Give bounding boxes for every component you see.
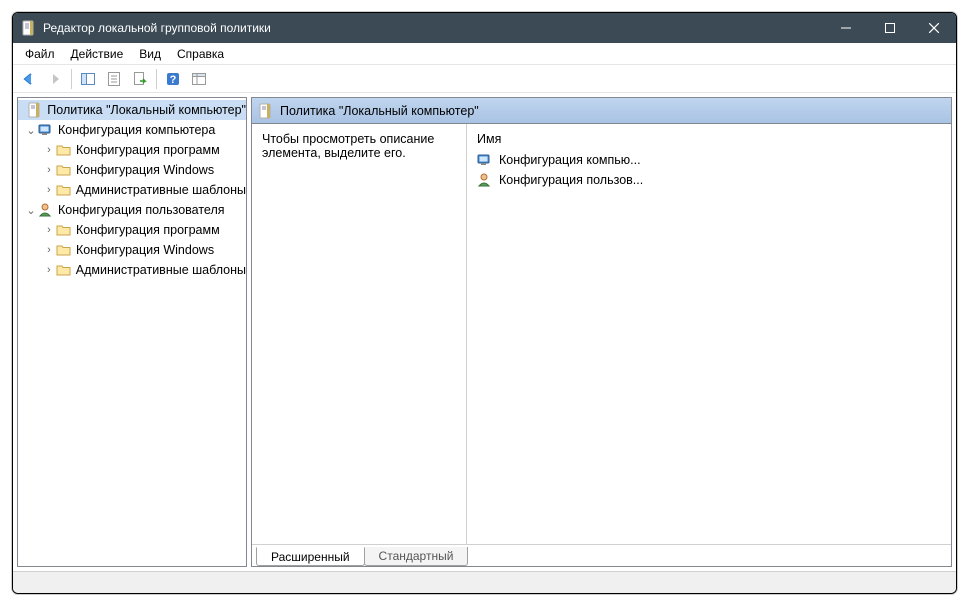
- list-item-label: Конфигурация пользов...: [499, 173, 643, 187]
- menu-file[interactable]: Файл: [17, 45, 63, 63]
- tree-user-config[interactable]: ⌄ Конфигурация пользователя: [18, 200, 246, 220]
- svg-text:?: ?: [170, 74, 177, 86]
- column-header-name[interactable]: Имя: [467, 128, 951, 150]
- description-text: Чтобы просмотреть описание элемента, выд…: [262, 132, 434, 160]
- menu-view[interactable]: Вид: [131, 45, 169, 63]
- policy-icon: [27, 102, 43, 118]
- tab-bar: Расширенный Стандартный: [252, 544, 951, 566]
- app-icon: [21, 20, 37, 36]
- minimize-button[interactable]: [824, 13, 868, 43]
- folder-icon: [56, 242, 72, 258]
- properties-button[interactable]: [102, 67, 126, 91]
- status-bar: [13, 571, 956, 593]
- tree-comp-windows[interactable]: › Конфигурация Windows: [18, 160, 246, 180]
- export-button[interactable]: [128, 67, 152, 91]
- details-body: Чтобы просмотреть описание элемента, выд…: [252, 124, 951, 544]
- tree-label: Конфигурация Windows: [76, 163, 214, 177]
- expand-icon[interactable]: ›: [42, 144, 56, 156]
- window-title: Редактор локальной групповой политики: [43, 21, 824, 35]
- folder-icon: [56, 162, 72, 178]
- collapse-icon[interactable]: ⌄: [24, 124, 38, 137]
- policy-icon: [258, 103, 274, 119]
- tree-label: Политика "Локальный компьютер": [47, 103, 246, 117]
- filter-button[interactable]: [187, 67, 211, 91]
- tree-label: Конфигурация Windows: [76, 243, 214, 257]
- tree-label: Административные шаблоны: [76, 263, 246, 277]
- folder-icon: [56, 182, 72, 198]
- title-bar: Редактор локальной групповой политики: [13, 13, 956, 43]
- list-item-computer-config[interactable]: Конфигурация компью...: [467, 150, 951, 170]
- tree-pane[interactable]: Политика "Локальный компьютер" ⌄ Конфигу…: [17, 97, 247, 567]
- user-icon: [38, 202, 54, 218]
- close-button[interactable]: [912, 13, 956, 43]
- folder-icon: [56, 262, 72, 278]
- menu-action[interactable]: Действие: [63, 45, 132, 63]
- expand-icon[interactable]: ›: [42, 244, 56, 256]
- tree-comp-admin[interactable]: › Административные шаблоны: [18, 180, 246, 200]
- user-icon: [477, 172, 493, 188]
- expand-icon[interactable]: ›: [42, 164, 56, 176]
- tree-computer-config[interactable]: ⌄ Конфигурация компьютера: [18, 120, 246, 140]
- back-button[interactable]: [17, 67, 41, 91]
- tree-label: Конфигурация компьютера: [58, 123, 215, 137]
- list-item-user-config[interactable]: Конфигурация пользов...: [467, 170, 951, 190]
- list-panel: Имя Конфигурация компью... Конфигурация …: [467, 124, 951, 544]
- computer-icon: [38, 122, 54, 138]
- toolbar: ?: [13, 65, 956, 93]
- menu-help[interactable]: Справка: [169, 45, 232, 63]
- computer-icon: [477, 152, 493, 168]
- expand-icon[interactable]: ›: [42, 224, 56, 236]
- tree-user-software[interactable]: › Конфигурация программ: [18, 220, 246, 240]
- tree-root[interactable]: Политика "Локальный компьютер": [18, 100, 246, 120]
- details-title: Политика "Локальный компьютер": [280, 104, 479, 118]
- maximize-button[interactable]: [868, 13, 912, 43]
- forward-button[interactable]: [43, 67, 67, 91]
- show-hide-tree-button[interactable]: [76, 67, 100, 91]
- details-header: Политика "Локальный компьютер": [252, 98, 951, 124]
- folder-icon: [56, 142, 72, 158]
- list-item-label: Конфигурация компью...: [499, 153, 641, 167]
- tab-standard[interactable]: Стандартный: [364, 547, 469, 566]
- tree-label: Конфигурация программ: [76, 143, 220, 157]
- separator: [156, 69, 157, 89]
- tab-extended[interactable]: Расширенный: [256, 547, 365, 566]
- description-panel: Чтобы просмотреть описание элемента, выд…: [252, 124, 467, 544]
- tree-label: Конфигурация программ: [76, 223, 220, 237]
- tree-comp-software[interactable]: › Конфигурация программ: [18, 140, 246, 160]
- tree-label: Конфигурация пользователя: [58, 203, 225, 217]
- details-pane: Политика "Локальный компьютер" Чтобы про…: [251, 97, 952, 567]
- collapse-icon[interactable]: ⌄: [24, 204, 38, 217]
- content-area: Политика "Локальный компьютер" ⌄ Конфигу…: [13, 93, 956, 571]
- help-button[interactable]: ?: [161, 67, 185, 91]
- expand-icon[interactable]: ›: [42, 184, 56, 196]
- app-window: Редактор локальной групповой политики Фа…: [12, 12, 957, 594]
- tree-user-admin[interactable]: › Административные шаблоны: [18, 260, 246, 280]
- separator: [71, 69, 72, 89]
- expand-icon[interactable]: ›: [42, 264, 56, 276]
- tree-user-windows[interactable]: › Конфигурация Windows: [18, 240, 246, 260]
- folder-icon: [56, 222, 72, 238]
- tree-label: Административные шаблоны: [76, 183, 246, 197]
- menu-bar: Файл Действие Вид Справка: [13, 43, 956, 65]
